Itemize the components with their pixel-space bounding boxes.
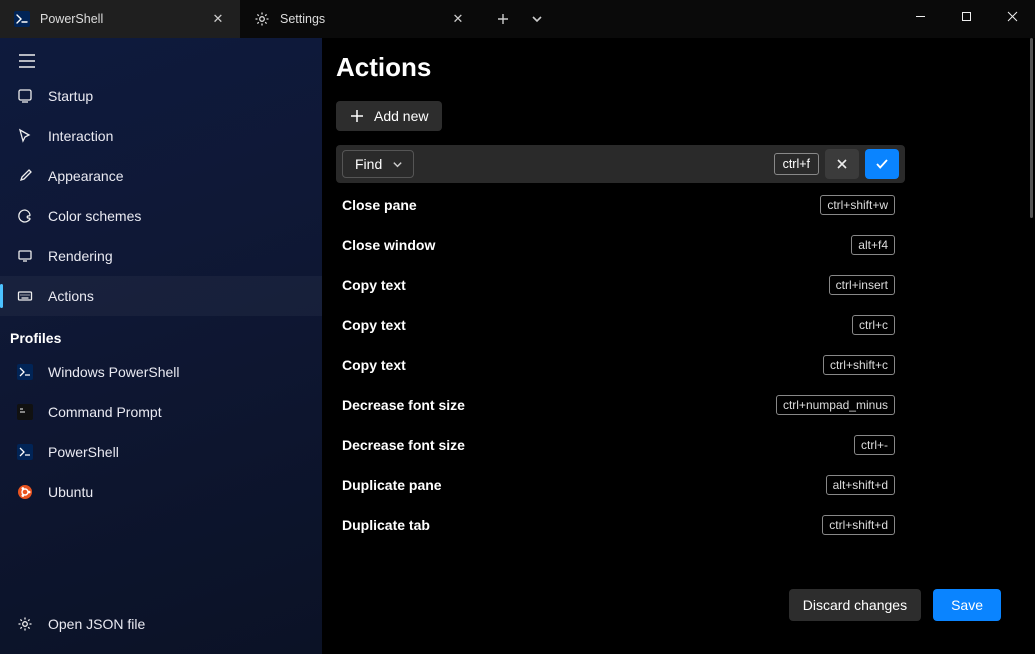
monitor-icon xyxy=(16,247,34,265)
action-shortcut: alt+shift+d xyxy=(826,475,895,495)
open-json-button[interactable]: Open JSON file xyxy=(0,604,322,644)
sidebar-item-label: Open JSON file xyxy=(48,616,145,632)
maximize-button[interactable] xyxy=(943,0,989,32)
sidebar-profile-powershell[interactable]: PowerShell xyxy=(0,432,322,472)
sidebar-item-startup[interactable]: Startup xyxy=(0,76,322,116)
action-label: Close pane xyxy=(342,197,417,213)
tab-label: Settings xyxy=(280,12,440,26)
close-window-button[interactable] xyxy=(989,0,1035,32)
sidebar-item-label: Command Prompt xyxy=(48,404,162,420)
sidebar-item-rendering[interactable]: Rendering xyxy=(0,236,322,276)
action-row[interactable]: Decrease font size ctrl+numpad_minus xyxy=(336,385,905,425)
action-shortcut: ctrl+insert xyxy=(829,275,895,295)
titlebar: PowerShell ✕ Settings ✕ xyxy=(0,0,1035,38)
add-new-button[interactable]: Add new xyxy=(336,101,442,131)
sidebar-item-color-schemes[interactable]: Color schemes xyxy=(0,196,322,236)
action-label: Decrease font size xyxy=(342,437,465,453)
settings-sidebar: Startup Interaction Appearance Color sch… xyxy=(0,38,322,654)
hamburger-button[interactable] xyxy=(0,38,322,76)
powershell-icon xyxy=(16,363,34,381)
accept-edit-button[interactable] xyxy=(865,149,899,179)
cursor-icon xyxy=(16,127,34,145)
action-row[interactable]: Copy text ctrl+insert xyxy=(336,265,905,305)
sidebar-item-interaction[interactable]: Interaction xyxy=(0,116,322,156)
startup-icon xyxy=(16,87,34,105)
cmd-icon xyxy=(16,403,34,421)
palette-icon xyxy=(16,207,34,225)
settings-main: Actions Add new Find ctrl+f Close panec xyxy=(322,38,1035,654)
action-label: Close window xyxy=(342,237,435,253)
close-icon[interactable]: ✕ xyxy=(210,11,226,27)
action-row[interactable]: Duplicate pane alt+shift+d xyxy=(336,465,905,505)
action-row[interactable]: Duplicate tab ctrl+shift+d xyxy=(336,505,905,545)
sidebar-item-label: Windows PowerShell xyxy=(48,364,180,380)
action-row[interactable]: Copy text ctrl+c xyxy=(336,305,905,345)
keyboard-icon xyxy=(16,287,34,305)
tab-powershell[interactable]: PowerShell ✕ xyxy=(0,0,240,38)
shortcut-input[interactable]: ctrl+f xyxy=(774,153,819,175)
cancel-edit-button[interactable] xyxy=(825,149,859,179)
sidebar-item-label: Ubuntu xyxy=(48,484,93,500)
sidebar-profile-windows-powershell[interactable]: Windows PowerShell xyxy=(0,352,322,392)
footer: Discard changes Save xyxy=(322,582,1035,654)
action-shortcut: ctrl+- xyxy=(854,435,895,455)
sidebar-profile-ubuntu[interactable]: Ubuntu xyxy=(0,472,322,512)
sidebar-item-label: PowerShell xyxy=(48,444,119,460)
powershell-icon xyxy=(14,11,30,27)
profiles-header: Profiles xyxy=(0,316,322,352)
sidebar-item-label: Startup xyxy=(48,88,93,104)
action-row[interactable]: Decrease font size ctrl+- xyxy=(336,425,905,465)
action-shortcut: ctrl+shift+c xyxy=(823,355,895,375)
action-label: Copy text xyxy=(342,357,406,373)
action-row[interactable]: Close window alt+f4 xyxy=(336,225,905,265)
new-tab-button[interactable] xyxy=(486,4,520,34)
sidebar-profile-command-prompt[interactable]: Command Prompt xyxy=(0,392,322,432)
action-row[interactable]: Close pane ctrl+shift+w xyxy=(336,185,905,225)
action-shortcut: ctrl+shift+w xyxy=(820,195,895,215)
sidebar-item-label: Interaction xyxy=(48,128,113,144)
close-icon[interactable]: ✕ xyxy=(450,11,466,27)
brush-icon xyxy=(16,167,34,185)
tab-settings[interactable]: Settings ✕ xyxy=(240,0,480,38)
discard-button[interactable]: Discard changes xyxy=(789,589,921,621)
tab-dropdown-button[interactable] xyxy=(520,4,554,34)
sidebar-item-label: Color schemes xyxy=(48,208,141,224)
action-shortcut: alt+f4 xyxy=(851,235,895,255)
ubuntu-icon xyxy=(16,483,34,501)
action-label: Duplicate pane xyxy=(342,477,442,493)
action-shortcut: ctrl+shift+d xyxy=(822,515,895,535)
action-label: Decrease font size xyxy=(342,397,465,413)
tab-label: PowerShell xyxy=(40,12,200,26)
action-label: Duplicate tab xyxy=(342,517,430,533)
add-new-label: Add new xyxy=(374,108,428,124)
action-label: Copy text xyxy=(342,317,406,333)
save-button[interactable]: Save xyxy=(933,589,1001,621)
action-shortcut: ctrl+c xyxy=(852,315,895,335)
action-dropdown[interactable]: Find xyxy=(342,150,414,178)
gear-icon xyxy=(254,11,270,27)
action-row[interactable]: Copy text ctrl+shift+c xyxy=(336,345,905,385)
minimize-button[interactable] xyxy=(897,0,943,32)
powershell-icon xyxy=(16,443,34,461)
action-label: Copy text xyxy=(342,277,406,293)
sidebar-item-appearance[interactable]: Appearance xyxy=(0,156,322,196)
gear-icon xyxy=(16,615,34,633)
dropdown-value: Find xyxy=(355,156,382,172)
sidebar-item-label: Appearance xyxy=(48,168,124,184)
action-shortcut: ctrl+numpad_minus xyxy=(776,395,895,415)
sidebar-item-actions[interactable]: Actions xyxy=(0,276,322,316)
sidebar-item-label: Actions xyxy=(48,288,94,304)
sidebar-item-label: Rendering xyxy=(48,248,113,264)
page-title: Actions xyxy=(322,38,1035,101)
action-edit-row: Find ctrl+f xyxy=(336,145,905,183)
